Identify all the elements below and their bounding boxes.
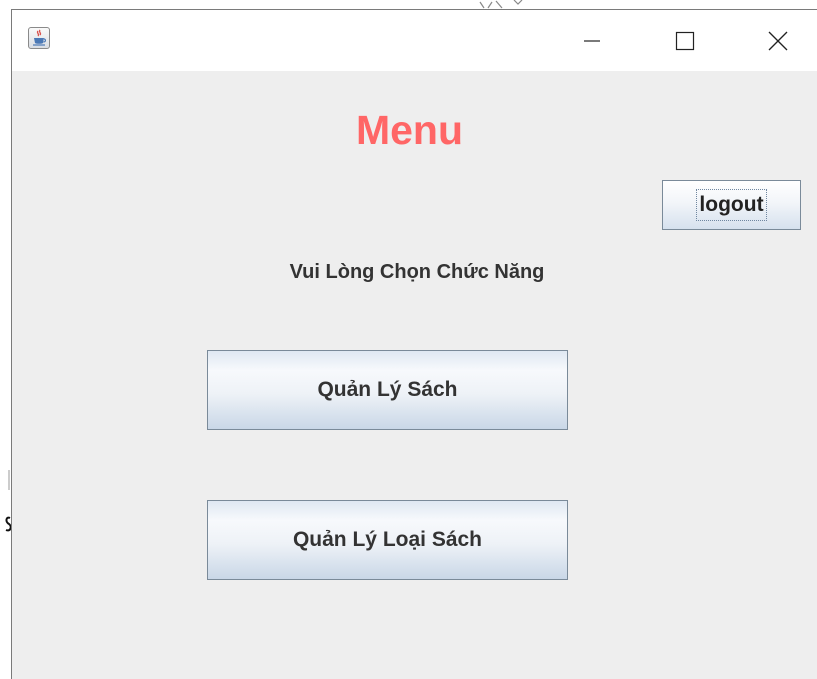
minimize-icon <box>584 39 600 42</box>
maximize-icon <box>675 31 695 50</box>
page-title: Menu <box>355 107 464 153</box>
manage-book-types-button[interactable]: Quản Lý Loại Sách <box>207 500 568 580</box>
maximize-button[interactable] <box>662 10 708 71</box>
screen: Menu logout Vui Lòng Chọn Chức Năng Quản… <box>0 0 817 679</box>
manage-books-button[interactable]: Quản Lý Sách <box>207 350 568 430</box>
app-window: Menu logout Vui Lòng Chọn Chức Năng Quản… <box>11 9 817 679</box>
close-icon <box>768 31 788 50</box>
minimize-button[interactable] <box>569 10 615 71</box>
title-bar[interactable] <box>12 10 817 71</box>
prompt-label: Vui Lòng Chọn Chức Năng <box>289 261 545 283</box>
close-button[interactable] <box>755 10 801 71</box>
content-panel: Menu logout Vui Lòng Chọn Chức Năng Quản… <box>12 71 817 679</box>
java-cup-icon[interactable] <box>28 27 50 49</box>
logout-label: logout <box>696 189 767 221</box>
logout-button[interactable]: logout <box>662 180 801 230</box>
